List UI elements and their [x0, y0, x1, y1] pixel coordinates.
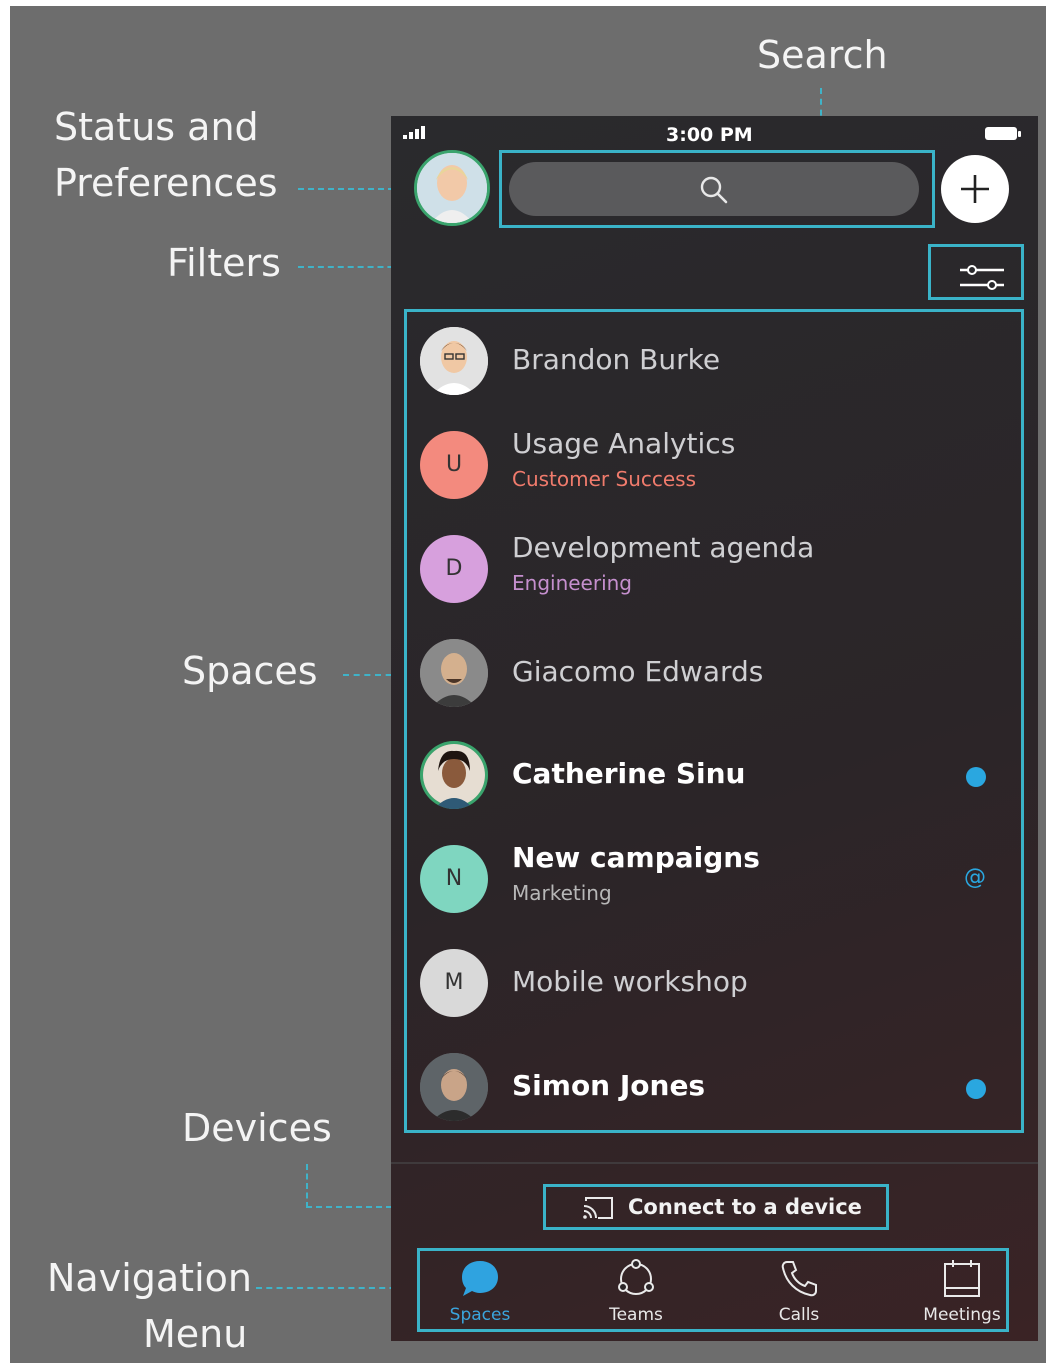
callout-status-line1: Status and: [54, 105, 259, 149]
avatar: [420, 741, 488, 809]
space-row[interactable]: Giacomo Edwards: [406, 637, 1021, 737]
callout-status-line2: Preferences: [54, 161, 278, 205]
space-name: Brandon Burke: [512, 343, 721, 376]
search-icon: [700, 176, 728, 204]
leader-devices-vertical: [306, 1164, 308, 1208]
tab-label: Calls: [778, 1305, 820, 1325]
space-name: Mobile workshop: [512, 965, 748, 998]
tab-spaces[interactable]: Spaces: [420, 1251, 540, 1331]
sliders-icon: [960, 265, 1004, 290]
person-photo-icon: [423, 744, 485, 809]
space-name: Usage Analytics: [512, 427, 736, 460]
tab-label: Meetings: [923, 1305, 1001, 1325]
space-team: Engineering: [512, 571, 632, 595]
user-photo-icon: [417, 153, 487, 223]
space-row[interactable]: D Development agenda Engineering: [406, 531, 1021, 633]
my-avatar-button[interactable]: [414, 150, 490, 226]
plus-icon: [961, 175, 989, 203]
space-team: Marketing: [512, 881, 612, 905]
chat-bubble-icon: [462, 1261, 498, 1296]
signal-icon: [403, 126, 425, 139]
space-row[interactable]: Catherine Sinu: [406, 739, 1021, 839]
divider: [391, 1162, 1038, 1164]
space-name: Simon Jones: [512, 1069, 706, 1102]
unread-indicator: [966, 767, 986, 787]
mention-indicator: @: [964, 865, 986, 890]
callout-spaces: Spaces: [182, 649, 318, 693]
add-button[interactable]: [941, 155, 1009, 223]
connect-device-button[interactable]: Connect to a device: [543, 1184, 889, 1230]
tab-label: Spaces: [449, 1305, 511, 1325]
tab-label: Teams: [609, 1305, 663, 1325]
space-row[interactable]: M Mobile workshop: [406, 947, 1021, 1047]
tab-teams[interactable]: Teams: [576, 1251, 696, 1331]
search-input[interactable]: [509, 162, 919, 216]
tab-calls[interactable]: Calls: [739, 1251, 859, 1331]
battery-icon: [985, 127, 1021, 140]
unread-indicator: [966, 1079, 986, 1099]
filters-button[interactable]: [938, 253, 1012, 301]
navigation-menu: Spaces Teams Calls Meetings: [417, 1248, 1009, 1332]
callout-navigation-line2: Menu: [143, 1312, 248, 1356]
status-bar: 3:00 PM: [391, 116, 1038, 150]
space-name: New campaigns: [512, 841, 760, 874]
person-photo-icon: [420, 1053, 488, 1121]
space-row[interactable]: N New campaigns Marketing @: [406, 841, 1021, 943]
connect-device-label: Connect to a device: [628, 1195, 862, 1219]
avatar: [420, 639, 488, 707]
person-photo-icon: [420, 327, 488, 395]
avatar: M: [420, 949, 488, 1017]
phone-screen: 3:00 PM Brandon Burke U Usage Analytics …: [391, 116, 1038, 1341]
annotated-screenshot: Search Status and Preferences Filters Sp…: [10, 6, 1046, 1363]
cast-icon: [583, 1197, 613, 1219]
avatar: D: [420, 535, 488, 603]
callout-filters: Filters: [167, 241, 281, 285]
callout-navigation-line1: Navigation: [47, 1256, 252, 1300]
status-time: 3:00 PM: [666, 124, 753, 146]
phone-icon: [781, 1261, 817, 1297]
calendar-icon: [944, 1260, 980, 1297]
space-row[interactable]: U Usage Analytics Customer Success: [406, 427, 1021, 529]
avatar: U: [420, 431, 488, 499]
spaces-list: Brandon Burke U Usage Analytics Customer…: [406, 311, 1021, 1131]
space-row[interactable]: Brandon Burke: [406, 325, 1021, 425]
callout-devices: Devices: [182, 1106, 332, 1150]
leader-status: [298, 188, 404, 190]
space-name: Catherine Sinu: [512, 757, 746, 790]
space-name: Giacomo Edwards: [512, 655, 764, 688]
avatar: [420, 1053, 488, 1121]
tab-meetings[interactable]: Meetings: [902, 1251, 1022, 1331]
callout-search: Search: [757, 33, 888, 77]
avatar: [420, 327, 488, 395]
space-row[interactable]: Simon Jones: [406, 1051, 1021, 1151]
teams-icon: [618, 1259, 654, 1295]
space-team: Customer Success: [512, 467, 697, 491]
space-name: Development agenda: [512, 531, 815, 564]
avatar: N: [420, 845, 488, 913]
person-photo-icon: [420, 639, 488, 707]
